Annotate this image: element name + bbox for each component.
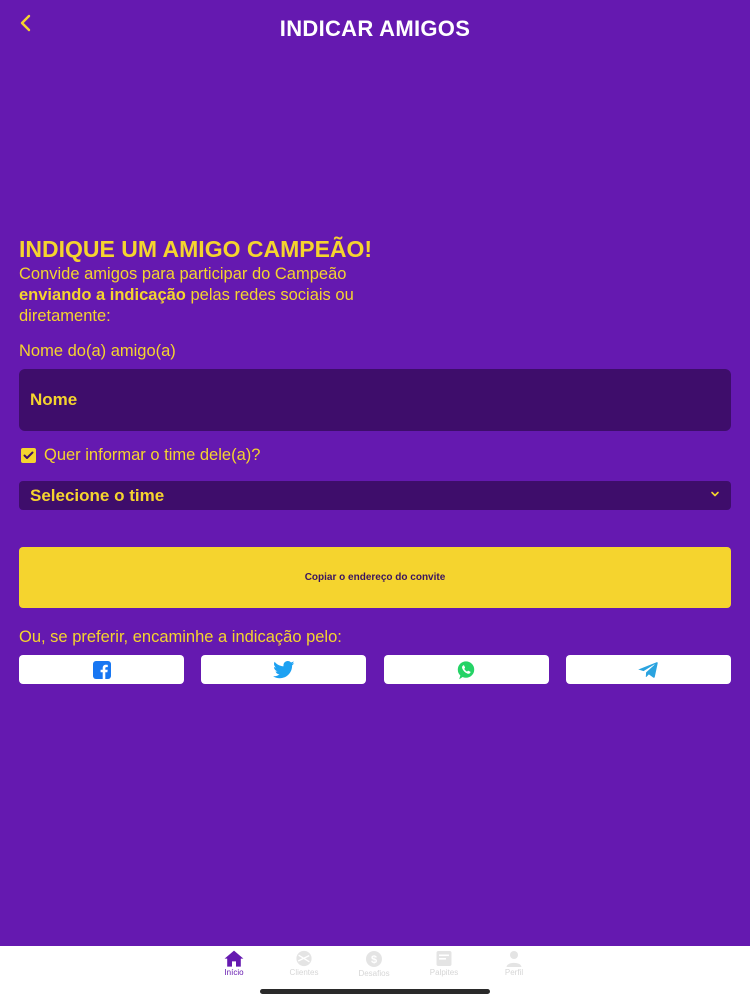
coin-icon: $ [366,951,382,967]
team-select-label: Selecione o time [30,485,165,505]
tab-label: Perfil [504,968,524,977]
tab-desafios[interactable]: $ Desafios [344,950,404,978]
team-checkbox[interactable] [21,447,36,463]
tab-label: Palpites [429,968,459,977]
page-title: INDICAR AMIGOS [279,16,471,41]
chevron-down-icon [711,491,719,497]
tab-palpites[interactable]: Palpites [414,950,474,977]
share-facebook-button[interactable] [19,655,184,684]
friend-name-label: Nome do(a) amigo(a) [19,342,176,360]
referral-headline: INDIQUE UM AMIGO CAMPEÃO! [19,236,373,262]
copy-invite-button[interactable]: Copiar o endereço do convite [19,547,731,608]
svg-text:$: $ [371,954,377,966]
facebook-icon [92,660,111,679]
referral-intro: Convide amigos para participar do Campeã… [19,264,419,327]
user-icon [506,951,522,967]
ticket-icon [436,951,452,966]
tab-label: Clientes [289,968,319,977]
share-label: Ou, se preferir, encaminhe a indicação p… [19,628,342,646]
tab-clientes[interactable]: Clientes [274,950,334,977]
ball-icon [296,950,312,967]
home-indicator [260,989,490,994]
whatsapp-icon [457,660,475,679]
team-select[interactable]: Selecione o time [19,481,731,510]
telegram-icon [638,661,659,678]
share-telegram-button[interactable] [565,655,731,684]
intro-text-start: Convide amigos para participar do Campeã… [19,265,347,283]
intro-text-bold: enviando a indicação [19,286,186,304]
team-checkbox-label: Quer informar o time dele(a)? [44,445,261,464]
home-icon [224,950,244,967]
tab-inicio[interactable]: Início [204,950,264,977]
tab-perfil[interactable]: Perfil [484,950,544,977]
share-buttons [19,655,731,684]
team-checkbox-row[interactable]: Quer informar o time dele(a)? [19,444,260,466]
friend-name-input[interactable] [19,369,731,431]
checkmark-icon [23,451,34,459]
tab-label: Início [224,968,244,977]
twitter-icon [272,660,295,678]
share-twitter-button[interactable] [201,655,367,684]
share-whatsapp-button[interactable] [383,655,549,684]
tab-label: Desafios [358,969,390,978]
app-header: INDICAR AMIGOS [0,0,750,60]
